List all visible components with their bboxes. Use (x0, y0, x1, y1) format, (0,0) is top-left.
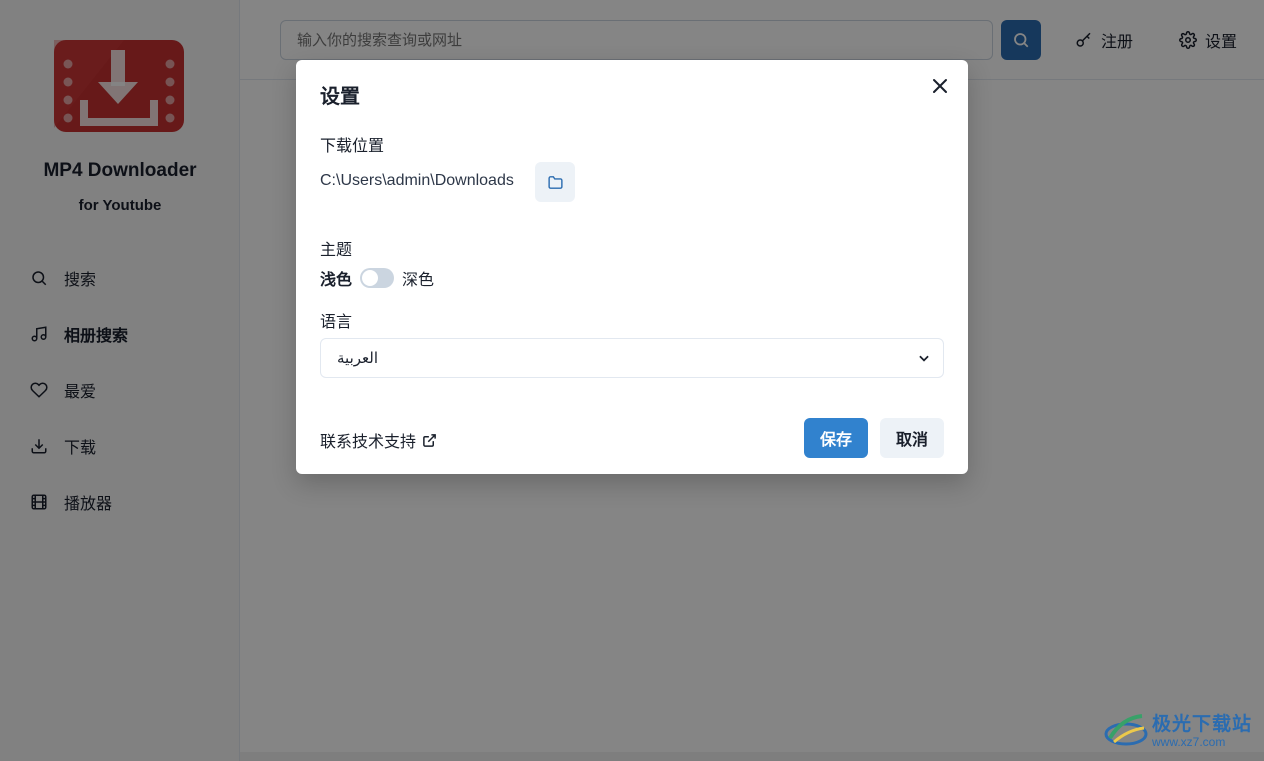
watermark: 极光下载站 www.xz7.com (1104, 708, 1252, 750)
language-value: العربية (337, 350, 378, 367)
settings-modal: 设置 下载位置 C:\Users\admin\Downloads 主题 浅色 深… (296, 60, 968, 474)
download-path: C:\Users\admin\Downloads (320, 172, 514, 189)
cancel-button[interactable]: 取消 (880, 418, 944, 458)
toggle-knob (362, 270, 379, 286)
language-label: 语言 (320, 314, 353, 331)
theme-row: 浅色 深色 (320, 266, 434, 290)
save-button[interactable]: 保存 (804, 418, 868, 458)
theme-toggle[interactable] (360, 268, 395, 288)
watermark-name: 极光下载站 (1152, 714, 1253, 735)
modal-title: 设置 (320, 86, 360, 108)
support-label: 联系技术支持 (320, 434, 417, 451)
chevron-down-icon (919, 355, 929, 362)
choose-folder-button[interactable] (535, 162, 575, 202)
external-link-icon (423, 433, 436, 447)
theme-light-label: 浅色 (320, 272, 353, 289)
contact-support-link[interactable]: 联系技术支持 (320, 428, 437, 452)
language-select[interactable]: العربية (320, 338, 944, 378)
theme-dark-label: 深色 (402, 272, 435, 289)
theme-label: 主题 (320, 242, 353, 259)
folder-icon (547, 175, 563, 189)
download-location-label: 下载位置 (320, 138, 385, 155)
close-button[interactable] (928, 74, 952, 98)
watermark-url: www.xz7.com (1152, 735, 1226, 749)
close-icon (933, 79, 947, 93)
watermark-logo (1104, 714, 1148, 746)
